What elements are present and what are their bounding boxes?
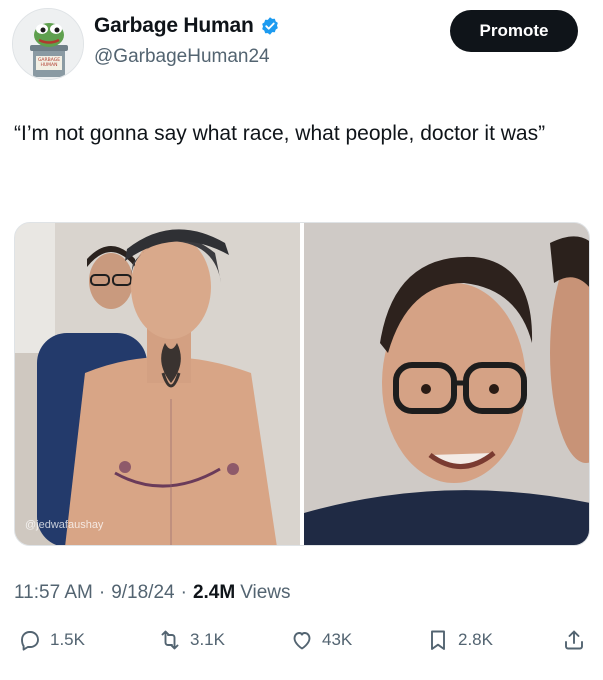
author-name-row: Garbage Human <box>94 14 280 38</box>
share-icon <box>565 630 583 650</box>
like-button[interactable]: 43K <box>290 628 352 652</box>
views-label: Views <box>240 582 291 603</box>
verified-badge-icon <box>260 16 280 36</box>
bookmark-button[interactable]: 2.8K <box>426 628 493 652</box>
avatar[interactable]: GARBAGE HUMAN <box>12 8 84 80</box>
action-bar: 1.5K 3.1K 43K 2.8K <box>0 618 603 668</box>
media-grid[interactable]: @jedwafaushay <box>14 222 590 546</box>
like-icon <box>293 632 311 650</box>
author-handle[interactable]: @GarbageHuman24 <box>94 46 270 68</box>
reply-icon <box>21 631 39 651</box>
reply-count: 1.5K <box>50 630 85 649</box>
views-count: 2.4M <box>192 582 236 603</box>
tweet-date[interactable]: 9/18/24 <box>111 582 174 604</box>
repost-icon <box>161 630 179 650</box>
meta-separator: · <box>180 582 187 603</box>
tweet-header: GARBAGE HUMAN Garbage Human @GarbageHuma… <box>0 0 603 90</box>
avatar-caption: GARBAGE HUMAN <box>37 58 61 68</box>
avatar-image <box>13 9 83 79</box>
repost-button[interactable]: 3.1K <box>158 628 225 652</box>
reply-button[interactable]: 1.5K <box>18 628 85 652</box>
bookmark-icon <box>431 630 445 650</box>
display-name[interactable]: Garbage Human <box>94 14 254 38</box>
tweet-time[interactable]: 11:57 AM <box>14 582 93 604</box>
promote-button[interactable]: Promote <box>450 10 578 52</box>
clinic-scene-illustration <box>15 223 300 545</box>
media-watermark: @jedwafaushay <box>25 519 104 531</box>
like-count: 43K <box>322 630 353 649</box>
media-image-right[interactable] <box>304 223 589 545</box>
tweet-meta: 11:57 AM · 9/18/24 · 2.4M Views <box>14 582 291 604</box>
share-button[interactable] <box>562 628 586 652</box>
meta-separator: · <box>98 582 106 603</box>
bookmark-count: 2.8K <box>458 630 493 649</box>
media-image-left[interactable]: @jedwafaushay <box>15 223 300 545</box>
doctor-closeup-illustration <box>304 223 589 545</box>
tweet-text: “I’m not gonna say what race, what peopl… <box>14 122 546 145</box>
repost-count: 3.1K <box>190 630 225 649</box>
